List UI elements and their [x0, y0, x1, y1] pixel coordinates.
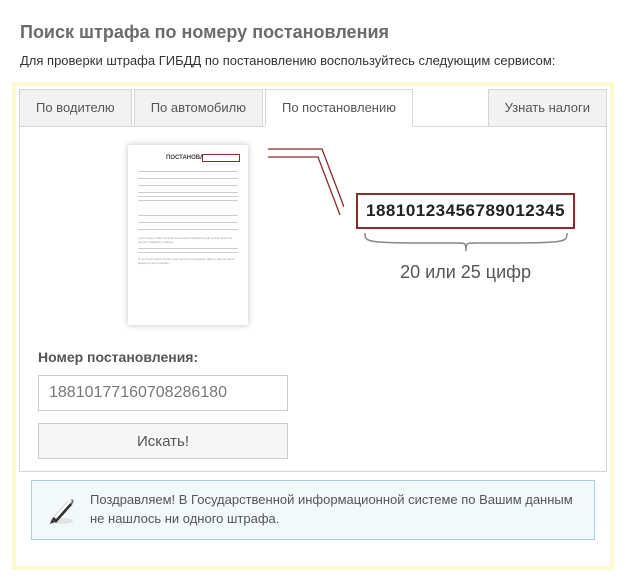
search-button[interactable]: Искать! — [38, 423, 288, 459]
tab-resolution[interactable]: По постановлению — [265, 89, 413, 127]
doc-number-highlight — [202, 154, 240, 162]
digits-hint: 20 или 25 цифр — [400, 262, 531, 283]
connector-line-icon — [268, 145, 336, 211]
illustration: ПОСТАНОВЛЕНИЕ Lorem ipsum dolor sit amet… — [38, 145, 588, 325]
example-number-block: 18810123456789012345 20 или 25 цифр — [356, 193, 575, 283]
tab-driver[interactable]: По водителю — [19, 89, 132, 127]
input-label: Номер постановления: — [38, 349, 588, 365]
example-number: 18810123456789012345 — [356, 193, 575, 229]
result-message: Поздравляем! В Государственной информаци… — [31, 480, 595, 540]
tab-taxes[interactable]: Узнать налоги — [488, 89, 607, 127]
tab-content: ПОСТАНОВЛЕНИЕ Lorem ipsum dolor sit amet… — [19, 126, 607, 472]
document-sample-icon: ПОСТАНОВЛЕНИЕ Lorem ipsum dolor sit amet… — [128, 145, 248, 325]
search-card: По водителю По автомобилю По постановлен… — [12, 82, 614, 570]
page-title: Поиск штрафа по номеру постановления — [0, 0, 626, 53]
pen-icon — [46, 495, 76, 525]
result-text: Поздравляем! В Государственной информаци… — [90, 491, 580, 529]
brace-icon — [361, 231, 571, 256]
page-subtitle: Для проверки штрафа ГИБДД по постановлен… — [0, 53, 626, 82]
resolution-number-input[interactable] — [38, 375, 288, 411]
tab-car[interactable]: По автомобилю — [134, 89, 263, 127]
tabs: По водителю По автомобилю По постановлен… — [19, 89, 607, 127]
